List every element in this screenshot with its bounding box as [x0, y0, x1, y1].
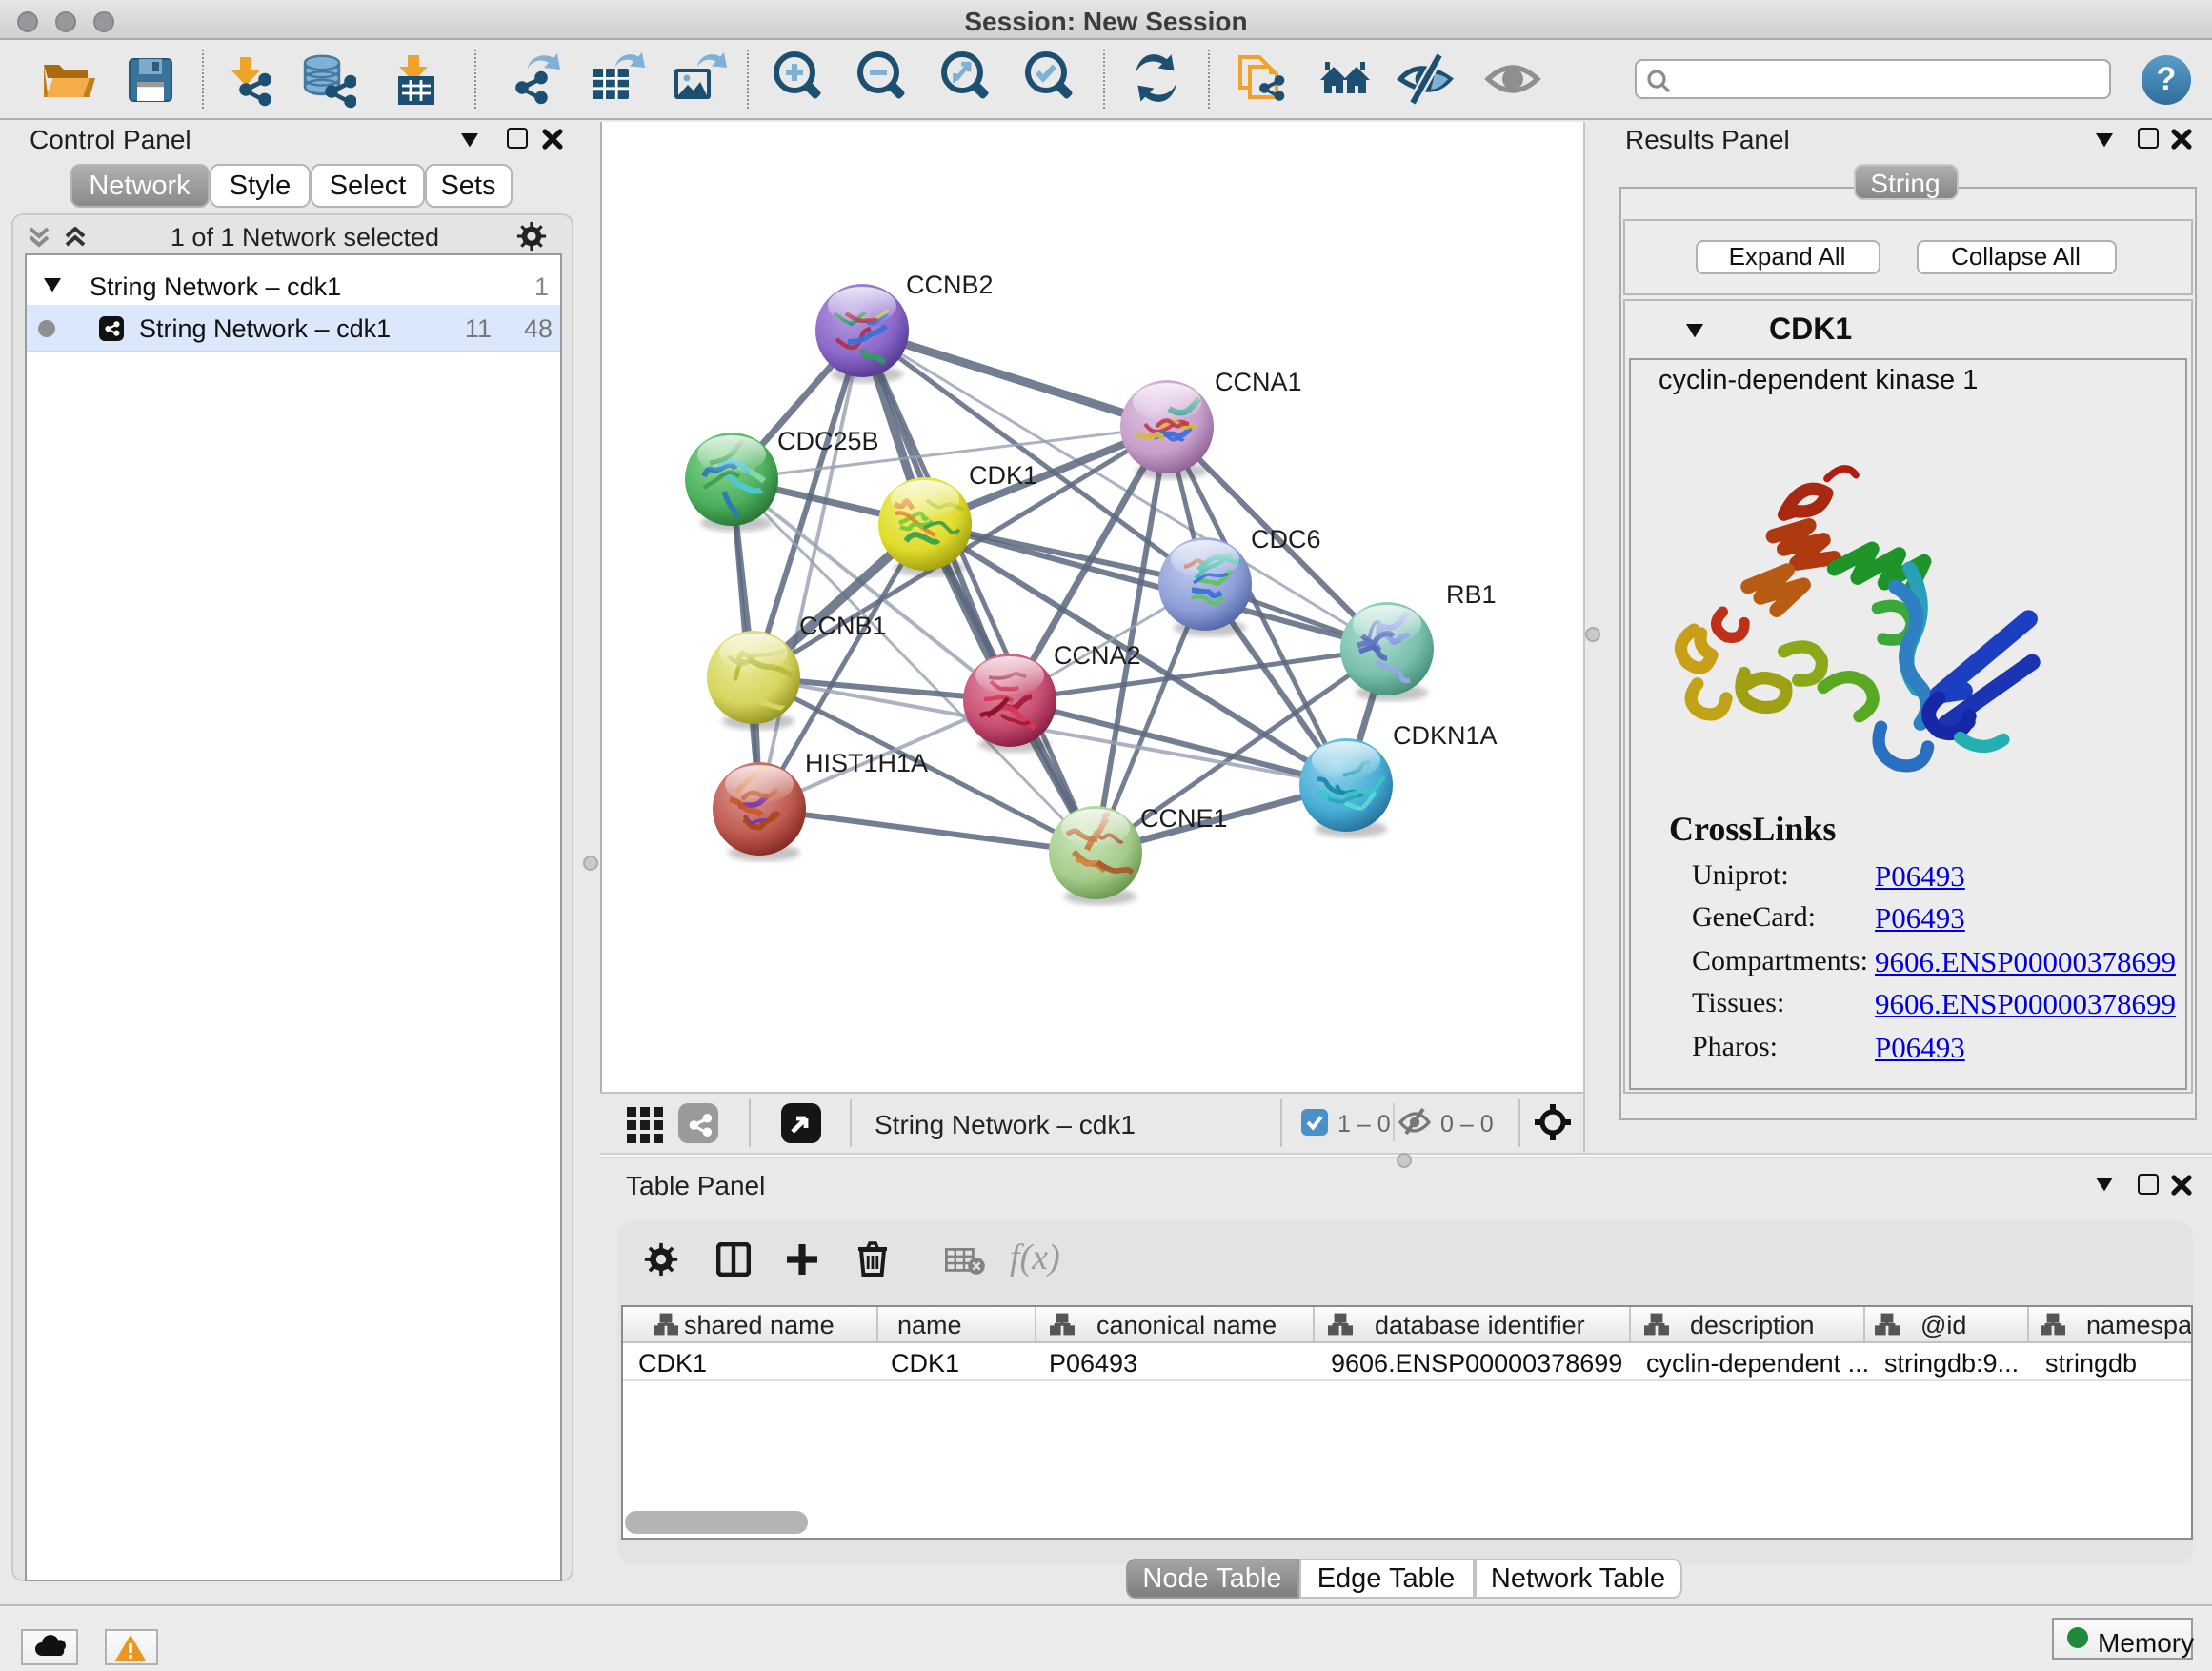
svg-text:HIST1H1A: HIST1H1A	[804, 748, 927, 776]
svg-text:CCNA1: CCNA1	[1214, 367, 1301, 395]
svg-text:CDK1: CDK1	[968, 460, 1036, 489]
svg-text:CCNE1: CCNE1	[1139, 803, 1227, 832]
svg-text:CCNB2: CCNB2	[905, 270, 993, 298]
svg-text:CDKN1A: CDKN1A	[1392, 720, 1497, 749]
svg-text:RB1: RB1	[1445, 579, 1496, 608]
svg-text:CDC6: CDC6	[1250, 524, 1320, 553]
svg-text:CDC25B: CDC25B	[776, 426, 878, 454]
svg-text:CCNB1: CCNB1	[798, 611, 886, 639]
svg-text:CCNA2: CCNA2	[1053, 640, 1140, 669]
